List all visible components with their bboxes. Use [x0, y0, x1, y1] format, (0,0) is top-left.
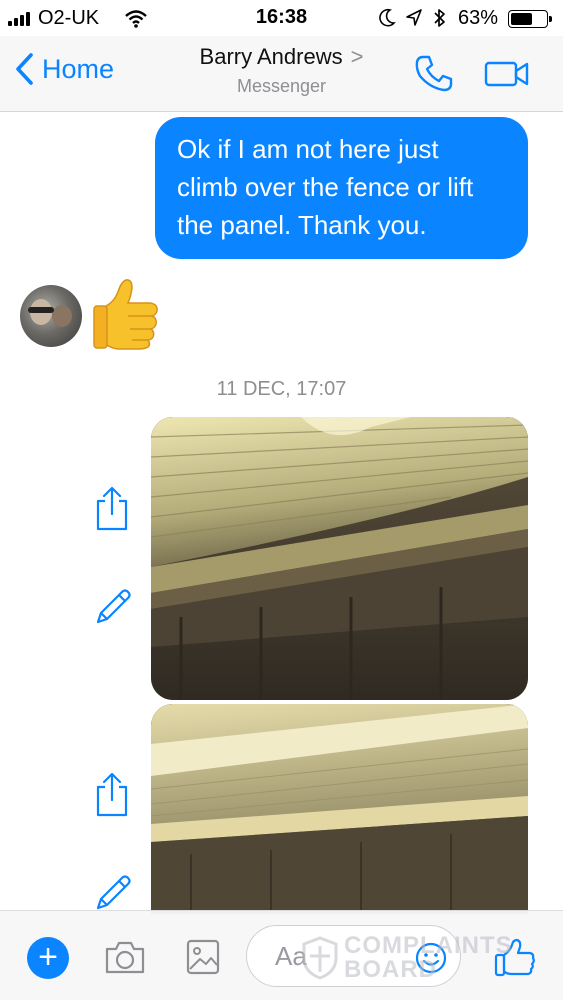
- moon-icon: [378, 8, 396, 34]
- shed-roof-photo[interactable]: [151, 704, 528, 914]
- battery-fill: [511, 13, 533, 25]
- location-arrow-icon: [405, 8, 423, 34]
- share-icon[interactable]: [94, 486, 130, 537]
- avatar-face: [52, 305, 72, 327]
- like-icon[interactable]: [494, 937, 536, 984]
- message-timestamp: 11 DEC, 17:07: [216, 378, 347, 400]
- camera-icon[interactable]: [104, 939, 146, 980]
- contact-subtitle: Messenger: [236, 76, 327, 96]
- thumbs-up-emoji[interactable]: [92, 276, 162, 355]
- avatar-sunglasses: [28, 307, 54, 313]
- edit-pencil-icon[interactable]: [94, 586, 134, 631]
- status-bar: O2-UK 16:38 63%: [0, 0, 563, 36]
- outgoing-message-bubble[interactable]: Ok if I am not here just climb over the …: [155, 117, 528, 259]
- image-icon[interactable]: [186, 939, 220, 980]
- battery-icon: [508, 10, 552, 28]
- battery-percent: 63%: [458, 7, 499, 29]
- chevron-right-icon: >: [350, 44, 364, 69]
- contact-name: Barry Andrews: [199, 44, 343, 69]
- share-icon[interactable]: [94, 772, 130, 823]
- avatar[interactable]: [20, 285, 82, 347]
- bluetooth-icon: [433, 7, 447, 35]
- message-composer: +: [0, 910, 563, 1000]
- contact-name-button[interactable]: Barry Andrews >: [0, 44, 563, 70]
- video-camera-icon[interactable]: [484, 60, 530, 93]
- phone-icon[interactable]: [414, 54, 454, 97]
- chat-header: Home Barry Andrews > Messenger: [0, 36, 563, 112]
- plus-icon[interactable]: +: [27, 937, 69, 979]
- emoji-icon[interactable]: [414, 941, 448, 980]
- shed-roof-photo[interactable]: [151, 417, 528, 700]
